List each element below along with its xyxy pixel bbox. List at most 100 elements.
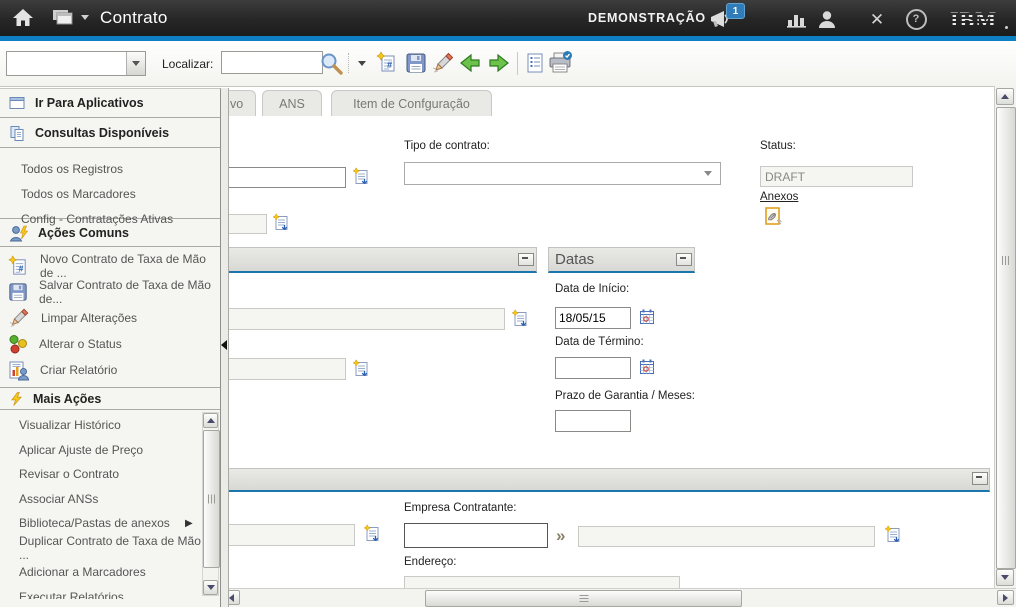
action-novo-contrato[interactable]: # Novo Contrato de Taxa de Mão de ... — [0, 253, 220, 279]
description-detail-menu-icon[interactable] — [511, 309, 529, 328]
queries-list: Todos os Registros Todos os Marcadores C… — [0, 148, 220, 219]
action-alterar-status[interactable]: Alterar o Status — [0, 331, 220, 357]
svg-text:#: # — [19, 263, 24, 273]
help-icon[interactable]: ? — [903, 8, 929, 30]
new-record-icon[interactable]: # — [374, 49, 400, 77]
action-criar-relatorio[interactable]: Criar Relatório — [0, 357, 220, 383]
data-inicio-input[interactable] — [555, 307, 631, 329]
panel-scroll-up-button[interactable] — [203, 413, 218, 428]
endereco-label: Endereço: — [404, 556, 456, 568]
reports-icon[interactable] — [522, 49, 548, 77]
datas-section-header: Datas — [548, 247, 695, 273]
action-toolbar: Localizar: # — [0, 41, 1016, 87]
tab-ans[interactable]: ANS — [262, 90, 322, 116]
fornecedor-detail-menu-icon[interactable] — [363, 524, 381, 543]
scroll-down-button[interactable] — [996, 569, 1014, 586]
submenu-arrow-icon: ▶ — [185, 518, 193, 529]
announcements-icon[interactable]: 1 — [708, 8, 734, 30]
window-icon — [9, 96, 26, 111]
mais-acoes-label: Mais Ações — [33, 392, 101, 406]
common-actions-list: # Novo Contrato de Taxa de Mão de ... Sa… — [0, 247, 220, 388]
toolbar-separator — [517, 52, 518, 75]
tab-partial[interactable]: vo — [228, 90, 256, 116]
record-combobox[interactable] — [6, 51, 146, 76]
reports-chart-icon[interactable] — [784, 8, 810, 30]
panel-scrollbar-thumb[interactable] — [203, 430, 220, 568]
vertical-scrollbar-thumb[interactable] — [996, 107, 1016, 569]
panel-scroll-down-button[interactable] — [203, 580, 218, 595]
action-label: Salvar Contrato de Taxa de Mão de... — [39, 278, 220, 306]
action-duplicar-contrato[interactable]: Duplicar Contrato de Taxa de Mão de ... — [0, 536, 220, 561]
panel-collapse-strip[interactable] — [221, 88, 229, 607]
consultas-disponiveis-header[interactable]: Consultas Disponíveis — [0, 118, 220, 148]
revision-detail-menu-icon[interactable] — [272, 213, 290, 232]
scroll-up-button[interactable] — [996, 88, 1014, 105]
help-question-glyph: ? — [906, 9, 927, 30]
actions-side-panel: Ir Para Aplicativos Consultas Disponívei… — [0, 88, 221, 607]
lightning-icon — [9, 391, 24, 407]
data-termino-calendar-icon[interactable] — [638, 358, 656, 376]
horizontal-scrollbar-thumb[interactable] — [425, 590, 742, 607]
home-icon[interactable] — [12, 8, 34, 30]
clear-changes-icon[interactable] — [430, 49, 456, 77]
mais-acoes-header[interactable]: Mais Ações — [0, 388, 220, 410]
localizar-input[interactable] — [221, 51, 323, 74]
scroll-right-button[interactable] — [997, 590, 1014, 605]
previous-record-icon[interactable] — [457, 49, 483, 77]
goto-chevron-icon[interactable]: » — [556, 527, 565, 544]
acoes-comuns-label: Ações Comuns — [38, 226, 129, 240]
contratante-section-minimize-icon[interactable] — [972, 472, 988, 485]
action-associar-anss[interactable]: Associar ANSs — [0, 487, 220, 512]
profile-icon[interactable] — [814, 8, 840, 30]
notification-badge: 1 — [726, 3, 745, 19]
search-icon[interactable] — [318, 49, 344, 77]
environment-label: DEMONSTRAÇÃO — [588, 11, 706, 25]
tipo-contrato-select[interactable] — [404, 162, 721, 185]
status-dots-icon — [8, 334, 28, 354]
data-termino-input[interactable] — [555, 357, 631, 379]
app-title: Contrato — [100, 8, 168, 28]
svg-text:#: # — [387, 60, 392, 70]
prazo-garantia-input[interactable] — [555, 410, 631, 432]
search-options-caret-icon[interactable] — [355, 53, 369, 73]
documents-icon — [9, 125, 26, 141]
action-aplicar-ajuste-preco[interactable]: Aplicar Ajuste de Preço — [0, 438, 220, 463]
action-salvar-contrato[interactable]: Salvar Contrato de Taxa de Mão de... — [0, 279, 220, 305]
datas-section-minimize-icon[interactable] — [676, 253, 692, 266]
action-adicionar-marcadores[interactable]: Adicionar a Marcadores — [0, 560, 220, 585]
select-caret-icon — [704, 171, 712, 176]
details-section-minimize-icon[interactable] — [518, 253, 534, 266]
side-panel-scrollbar[interactable] — [202, 412, 219, 596]
person-lightning-icon — [9, 224, 29, 242]
empresa-detail-menu-icon[interactable] — [884, 525, 902, 544]
action-revisar-contrato[interactable]: Revisar o Contrato — [0, 462, 220, 487]
empresa-contratante-input[interactable] — [404, 523, 548, 548]
empresa-descricao-field — [578, 526, 875, 547]
record-combobox-button[interactable] — [126, 52, 145, 75]
go-to-applications-header[interactable]: Ir Para Aplicativos — [0, 89, 220, 118]
collapse-left-arrow-icon — [221, 340, 227, 350]
attachments-clip-icon[interactable] — [763, 206, 785, 228]
tab-item-de-configuracao[interactable]: Item de Confguração — [331, 90, 492, 116]
secondary-detail-menu-icon[interactable] — [352, 359, 370, 378]
next-record-icon[interactable] — [486, 49, 512, 77]
query-todos-os-registros[interactable]: Todos os Registros — [0, 156, 220, 181]
query-todos-os-marcadores[interactable]: Todos os Marcadores — [0, 181, 220, 206]
action-executar-relatorios[interactable]: Executar Relatórios — [0, 585, 220, 600]
data-inicio-calendar-icon[interactable] — [638, 308, 656, 326]
close-icon[interactable]: ✕ — [864, 8, 890, 30]
go-to-applications-label: Ir Para Aplicativos — [35, 96, 144, 110]
print-icon[interactable] — [547, 49, 573, 77]
data-termino-label: Data de Término: — [555, 336, 644, 348]
action-limpar-alteracoes[interactable]: Limpar Alterações — [0, 305, 220, 331]
applications-menu-icon[interactable] — [52, 9, 89, 26]
save-icon — [8, 282, 28, 302]
action-label: Limpar Alterações — [41, 311, 137, 325]
clear-changes-icon — [8, 307, 30, 329]
contract-detail-menu-icon[interactable] — [352, 167, 370, 186]
anexos-link[interactable]: Anexos — [760, 191, 798, 203]
action-biblioteca-pastas-anexos[interactable]: Biblioteca/Pastas de anexos ▶ — [0, 511, 220, 536]
action-label: Alterar o Status — [39, 337, 122, 351]
save-icon[interactable] — [403, 49, 429, 77]
action-visualizar-historico[interactable]: Visualizar Histórico — [0, 413, 220, 438]
